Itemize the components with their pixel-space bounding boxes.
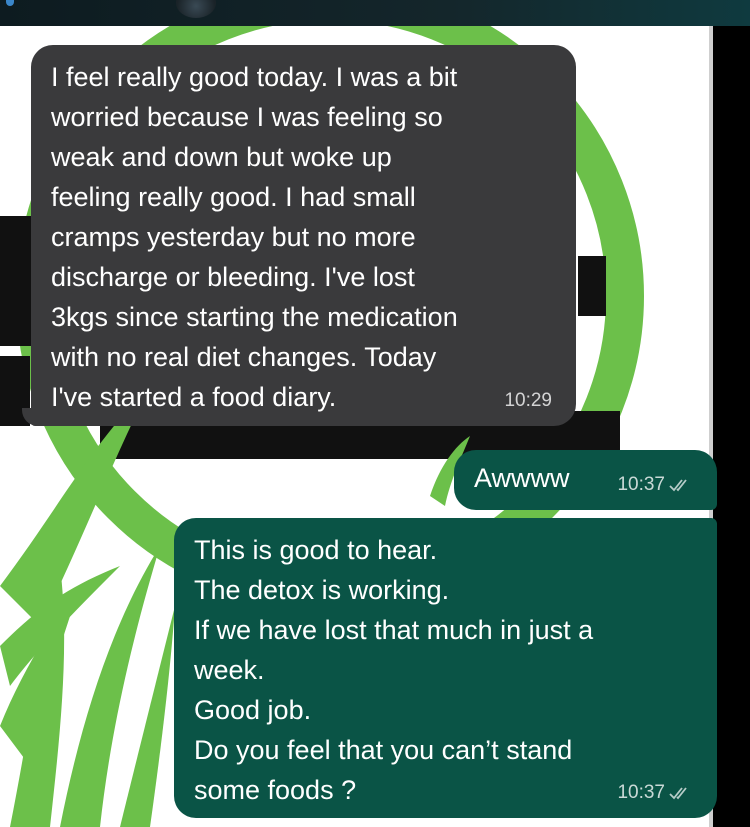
message-meta: 10:29: [504, 390, 552, 412]
message-time: 10:37: [617, 782, 665, 803]
message-meta: 10:37: [617, 474, 693, 496]
side-panel: [713, 26, 750, 827]
double-check-icon: [669, 479, 687, 492]
message-meta: 10:37: [617, 782, 693, 804]
incoming-message-bubble[interactable]: I feel really good today. I was a bit wo…: [31, 45, 576, 426]
message-text: This is good to hear. The detox is worki…: [194, 535, 594, 805]
avatar[interactable]: [176, 0, 216, 18]
message-time: 10:29: [504, 390, 552, 411]
double-check-icon: [669, 787, 687, 800]
indicator-dot: [6, 0, 14, 6]
outgoing-message-bubble[interactable]: Awwww 10:37: [454, 450, 717, 510]
message-text: I feel really good today. I was a bit wo…: [51, 62, 458, 412]
message-time: 10:37: [617, 474, 665, 495]
outgoing-message-bubble[interactable]: This is good to hear. The detox is worki…: [174, 518, 717, 818]
status-bar: [0, 0, 750, 26]
